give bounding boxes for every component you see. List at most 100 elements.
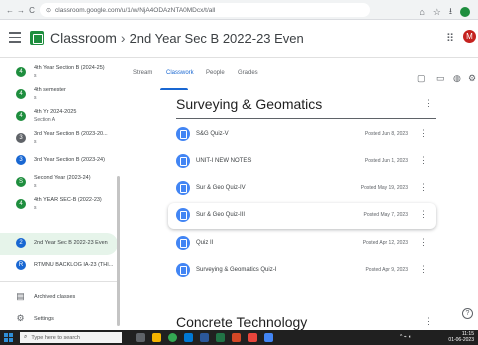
sidebar-class-item[interactable]: 4 4th Year Section B (2024-25) s [0, 62, 118, 84]
sidebar-class-item-active[interactable]: 2 2nd Year Sec B 2022-23 Even [0, 233, 118, 255]
browser-actions: ⌂ ☆ ⭳ [419, 4, 470, 20]
breadcrumb: Classroom › 2nd Year Sec B 2022-23 Even [50, 30, 304, 46]
classwork-item-hovered[interactable]: Sur & Geo Quiz-III Posted May 7, 2023 ⋮ [168, 203, 436, 229]
pinned-app-icon[interactable] [248, 333, 257, 342]
account-avatar[interactable]: M [463, 30, 476, 43]
class-avatar: 4 [16, 111, 26, 121]
class-subtitle: s [34, 183, 37, 189]
class-subtitle: s [34, 205, 37, 211]
sidebar-class-item[interactable]: 4 4th Yr 2024-2025 Section A [0, 106, 118, 128]
clock-date: 01-06-2023 [448, 336, 474, 343]
edge-icon[interactable] [184, 333, 193, 342]
taskbar-search-input[interactable]: ⌕ Type here to search [20, 332, 122, 343]
reload-icon[interactable]: C [26, 6, 38, 15]
settings-gear-icon[interactable]: ⚙ [15, 313, 26, 324]
class-name[interactable]: 2nd Year Sec B 2022-23 Even [130, 31, 304, 46]
tab-stream[interactable]: Stream [133, 70, 152, 76]
site-info-icon[interactable]: ⊙ [46, 7, 51, 14]
class-avatar: 3 [16, 133, 26, 143]
extension-icon[interactable] [460, 7, 470, 17]
classwork-date: Posted May 19, 2023 [360, 185, 408, 191]
classwork-date: Posted Apr 9, 2023 [365, 267, 408, 273]
class-avatar: 3 [16, 155, 26, 165]
windows-start-icon[interactable] [4, 333, 13, 342]
classwork-more-icon[interactable]: ⋮ [419, 209, 428, 220]
class-title: 4th Year Section B (2024-25) [34, 65, 105, 71]
chrome-icon[interactable] [168, 333, 177, 342]
sidebar-divider [0, 281, 118, 282]
sidebar-class-item[interactable]: 4 4th semester s [0, 84, 118, 106]
classwork-date: Posted May 7, 2023 [363, 212, 408, 218]
sidebar-class-item[interactable]: 3 3rd Year Section B (2023-20... s [0, 128, 118, 150]
main-menu-icon[interactable] [9, 32, 21, 44]
classwork-more-icon[interactable]: ⋮ [419, 237, 428, 248]
meet-link-icon[interactable]: ◍ [453, 73, 461, 84]
classroom-logo-icon[interactable] [30, 31, 44, 45]
apps-grid-icon[interactable]: ⠿ [446, 32, 454, 45]
tab-people[interactable]: People [206, 70, 225, 76]
archive-icon[interactable]: ▤ [15, 291, 26, 302]
classwork-more-icon[interactable]: ⋮ [419, 264, 428, 275]
topic-more-icon[interactable]: ⋮ [424, 316, 433, 327]
google-calendar-icon[interactable]: ▢ [417, 73, 426, 84]
bookmark-star-icon[interactable]: ☆ [433, 7, 441, 18]
system-tray-icons[interactable]: ^ ⌁ ◖ [400, 334, 411, 340]
class-avatar: 4 [16, 199, 26, 209]
classwork-title: S&G Quiz-V [196, 131, 229, 137]
address-bar[interactable]: ⊙ classroom.google.com/u/1/w/NjA4ODAzNTA… [40, 3, 370, 17]
browser-toolbar: ← → C ⊙ classroom.google.com/u/1/w/NjA4O… [0, 0, 478, 20]
class-avatar: 4 [16, 89, 26, 99]
classwork-title: Quiz II [196, 240, 214, 246]
download-icon[interactable]: ⭳ [449, 4, 452, 20]
classwork-item[interactable]: Quiz II Posted Apr 12, 2023 ⋮ [168, 231, 436, 257]
breadcrumb-separator: › [120, 30, 126, 46]
topic-divider [176, 118, 436, 119]
sidebar-class-item[interactable]: R RTMNU BACKLOG IA-23 (THI... [0, 255, 118, 277]
classwork-more-icon[interactable]: ⋮ [419, 182, 428, 193]
class-avatar: 2 [16, 238, 26, 248]
assignment-icon [176, 236, 190, 250]
classwork-date: Posted Jun 8, 2023 [364, 131, 408, 137]
class-avatar: R [16, 260, 26, 270]
drive-folder-icon[interactable]: ▭ [436, 73, 445, 84]
settings-link[interactable]: Settings [34, 316, 54, 322]
powerpoint-icon[interactable] [232, 333, 241, 342]
help-icon[interactable]: ? [462, 308, 473, 319]
classwork-item[interactable]: UNIT-I NEW NOTES Posted Jun 1, 2023 ⋮ [168, 149, 436, 175]
class-title: 4th YEAR SEC-B (2022-23) [34, 197, 102, 203]
classwork-title: Surveying & Geomatics Quiz-I [196, 267, 277, 273]
class-title: RTMNU BACKLOG IA-23 (THI... [34, 262, 114, 268]
assignment-icon [176, 181, 190, 195]
sidebar-class-item[interactable]: 4 4th YEAR SEC-B (2022-23) s [0, 194, 118, 216]
excel-icon[interactable] [216, 333, 225, 342]
tab-search-icon[interactable]: ⌂ [419, 7, 424, 17]
archived-classes-link[interactable]: Archived classes [34, 294, 75, 300]
class-subtitle: Section A [34, 117, 56, 123]
clock[interactable]: 11:15 01-06-2023 [448, 331, 474, 343]
topic-title: Concrete Technology [176, 314, 308, 330]
word-icon[interactable] [200, 333, 209, 342]
assignment-icon [176, 263, 190, 277]
topic-more-icon[interactable]: ⋮ [424, 98, 433, 109]
classwork-item[interactable]: S&G Quiz-V Posted Jun 8, 2023 ⋮ [168, 122, 436, 148]
classwork-more-icon[interactable]: ⋮ [419, 128, 428, 139]
classwork-more-icon[interactable]: ⋮ [419, 155, 428, 166]
sidebar-class-item[interactable]: 3 3rd Year Section B (2023-24) [0, 150, 118, 172]
pinned-app-icon[interactable] [264, 333, 273, 342]
active-tab-indicator [160, 88, 188, 90]
tab-grades[interactable]: Grades [238, 70, 258, 76]
classwork-date: Posted Jun 1, 2023 [364, 158, 408, 164]
assignment-icon [176, 127, 190, 141]
class-settings-icon[interactable]: ⚙ [468, 73, 476, 84]
task-view-icon[interactable] [136, 333, 145, 342]
classwork-item[interactable]: Surveying & Geomatics Quiz-I Posted Apr … [168, 258, 436, 284]
sidebar-class-item[interactable]: S Second Year (2023-24) s [0, 172, 118, 194]
sidebar-scrollbar[interactable] [117, 176, 120, 326]
classwork-item[interactable]: Sur & Geo Quiz-IV Posted May 19, 2023 ⋮ [168, 176, 436, 202]
app-name-link[interactable]: Classroom [50, 30, 117, 46]
classwork-title: Sur & Geo Quiz-IV [196, 185, 246, 191]
file-explorer-icon[interactable] [152, 333, 161, 342]
classwork-title: Sur & Geo Quiz-III [196, 212, 246, 218]
url-text: classroom.google.com/u/1/w/NjA4ODAzNTA0M… [55, 6, 216, 14]
tab-classwork[interactable]: Classwork [166, 70, 194, 76]
